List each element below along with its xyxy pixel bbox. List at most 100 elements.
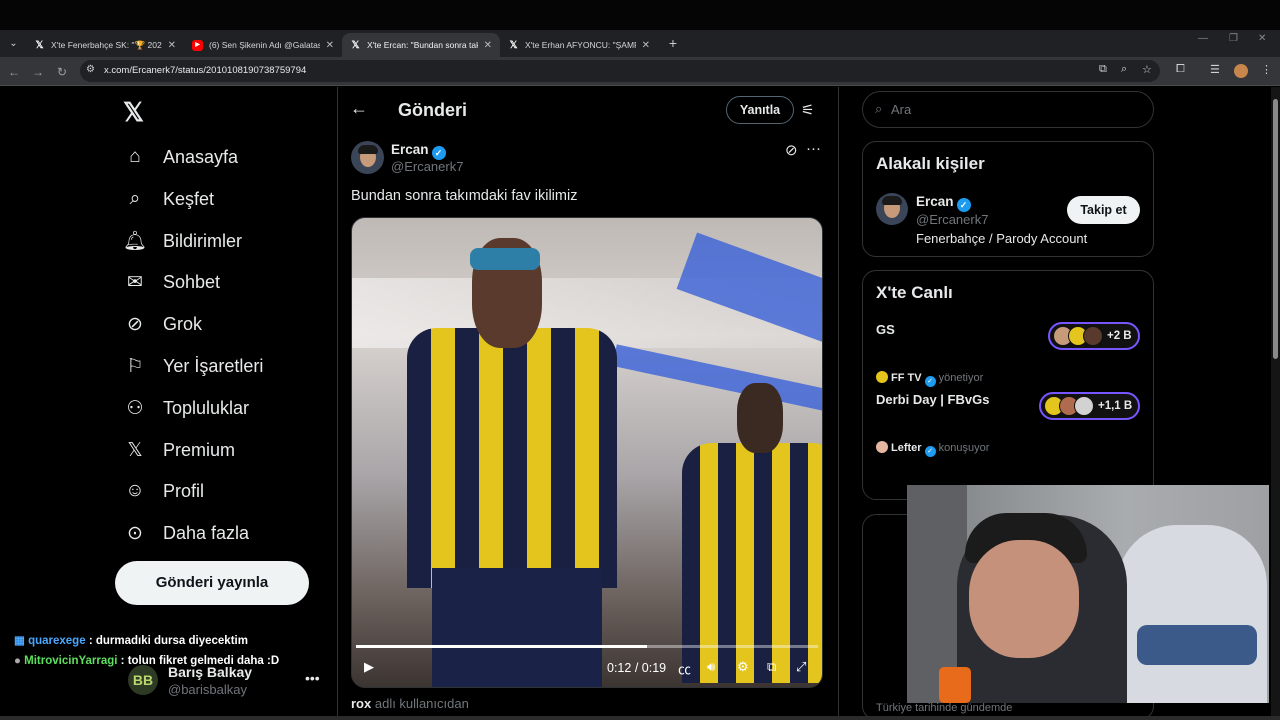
post-text: Bundan sonra takımdaki fav ikilimiz	[351, 188, 578, 204]
reply-button[interactable]: Yanıtla	[726, 96, 794, 124]
zoom-icon[interactable]: ⌕	[1121, 63, 1127, 76]
x-icon: 𝕏	[509, 39, 518, 51]
author-avatar[interactable]	[351, 141, 384, 174]
author-name[interactable]: Ercan ✓	[391, 142, 446, 160]
card-title: Alakalı kişiler	[876, 154, 985, 173]
scrollbar[interactable]	[1271, 87, 1280, 720]
nav-premium[interactable]: 𝕏 Premium	[123, 434, 235, 466]
play-icon[interactable]: ▶	[364, 659, 374, 675]
captions-icon[interactable]: ㏄	[678, 659, 691, 678]
account-handle: @barisbalkay	[168, 682, 247, 697]
tab-title: X'te Erhan AFYONCU: "ŞAMPİYO	[525, 40, 636, 50]
video-credit: rox adlı kullanıcıdan	[351, 696, 469, 711]
nav-more[interactable]: ⊙ Daha fazla	[123, 517, 249, 549]
menu-kebab-icon[interactable]: ⋮	[1261, 63, 1272, 76]
nav-label: Yer İşaretleri	[163, 355, 264, 376]
x-icon: 𝕏	[35, 39, 44, 51]
reading-list-icon[interactable]: ☰	[1210, 63, 1220, 76]
omnibox[interactable]: ⚙ x.com/Ercanerk7/status/201010819073875…	[80, 60, 1160, 82]
minimize-icon[interactable]: —	[1198, 33, 1208, 44]
nav-label: Profil	[163, 480, 205, 501]
live-item-title[interactable]: Derbi Day | FBvGs	[876, 392, 989, 407]
x-logo-icon[interactable]: 𝕏	[123, 97, 144, 128]
pip-icon[interactable]: ⧉	[767, 659, 776, 675]
post-button[interactable]: Gönderi yayınla	[115, 561, 309, 605]
nav-communities[interactable]: ⚇ Topluluklar	[123, 392, 249, 424]
trend-text: Türkiye tarihinde gündemde	[876, 702, 1013, 714]
close-icon[interactable]: ✕	[168, 40, 176, 51]
nav-label: Topluluklar	[163, 397, 250, 418]
restore-icon[interactable]: ❐	[1229, 33, 1238, 44]
grok-icon: ⊘	[127, 313, 143, 335]
browser-tab[interactable]: ▶ (6) Sen Şikenin Adı @Galatasar ✕	[184, 33, 342, 57]
search-input[interactable]: ⌕ Ara	[862, 91, 1154, 128]
live-item-title[interactable]: GS	[876, 322, 895, 337]
more-icon[interactable]: •••	[305, 670, 320, 686]
more-circle-icon: ⊙	[127, 522, 143, 544]
extensions-icon[interactable]: ⧠	[1176, 63, 1185, 76]
close-icon[interactable]: ✕	[484, 40, 492, 51]
filter-icon[interactable]: ⚟	[801, 101, 814, 119]
avatar	[876, 441, 888, 453]
volume-icon[interactable]: 🔊︎	[707, 659, 715, 675]
nav-home[interactable]: ⌂ Anasayfa	[123, 141, 238, 173]
forward-icon[interactable]: →	[29, 63, 47, 81]
back-icon[interactable]: ←	[5, 63, 23, 81]
nav-messages[interactable]: ✉ Sohbet	[123, 266, 220, 298]
new-tab-button[interactable]: +	[663, 33, 683, 53]
nav-label: Sohbet	[163, 271, 221, 292]
follow-button[interactable]: Takip et	[1067, 196, 1140, 224]
listener-count: +2 B	[1107, 330, 1132, 342]
close-icon[interactable]: ✕	[326, 40, 334, 51]
video-player[interactable]: ▶ 0:12 / 0:19 ㏄ 🔊︎ ⚙ ⧉ ⤢	[351, 217, 823, 688]
bookmark-star-icon[interactable]: ☆	[1142, 63, 1152, 76]
reload-icon[interactable]: ↻	[53, 63, 71, 81]
install-app-icon[interactable]: ⧉	[1099, 63, 1107, 76]
chat-user: MitrovicinYarragi	[24, 655, 118, 667]
window-close-icon[interactable]: ✕	[1258, 33, 1266, 44]
taskbar-edge	[0, 716, 1280, 720]
close-icon[interactable]: ✕	[642, 40, 650, 51]
live-host: FF TV ✓ yönetiyor	[876, 371, 983, 387]
avatar[interactable]	[876, 193, 908, 225]
search-placeholder: Ara	[891, 102, 912, 117]
home-icon: ⌂	[129, 146, 141, 167]
browser-tab[interactable]: 𝕏 X'te Erhan AFYONCU: "ŞAMPİYO ✕	[500, 33, 658, 57]
site-info-icon[interactable]: ⚙	[86, 64, 95, 75]
browser-tab-active[interactable]: 𝕏 X'te Ercan: "Bundan sonra takım ✕	[342, 33, 500, 57]
live-card: X'te Canlı GS +2 B FF TV ✓ yönetiyor Derb…	[862, 270, 1154, 500]
author-handle[interactable]: @Ercanerk7	[391, 159, 463, 174]
live-listeners[interactable]: +2 B	[1048, 322, 1140, 350]
tab-title: (6) Sen Şikenin Adı @Galatasar	[209, 40, 320, 50]
nav-notifications[interactable]: 🔔︎ Bildirimler	[123, 225, 242, 257]
live-listeners[interactable]: +1,1 B	[1039, 392, 1141, 420]
profile-avatar-icon[interactable]	[1234, 64, 1248, 78]
avatar[interactable]: BB	[128, 665, 158, 695]
video-time: 0:12 / 0:19	[607, 661, 667, 675]
verified-icon: ✓	[956, 198, 971, 212]
fullscreen-icon[interactable]: ⤢	[796, 659, 806, 675]
nav-profile[interactable]: ☺ Profil	[123, 475, 204, 507]
tab-title: X'te Ercan: "Bundan sonra takım	[367, 40, 478, 50]
chat-text: : durmadıki dursa diyecektim	[88, 635, 248, 647]
nav-grok[interactable]: ⊘ Grok	[123, 308, 202, 340]
relevant-handle: @Ercanerk7	[916, 212, 989, 227]
browser-tab[interactable]: 𝕏 X'te Fenerbahçe SK: "🏆 2025 T ✕	[26, 33, 184, 57]
tab-search-icon[interactable]: ⌄	[4, 34, 23, 53]
os-top-bar	[0, 0, 1280, 30]
nav-label: Anasayfa	[163, 146, 239, 167]
chat-message: ● MitrovicinYarragi : tolun fikret gelme…	[14, 655, 279, 667]
back-arrow-icon[interactable]: ←	[350, 98, 368, 119]
relevant-name[interactable]: Ercan ✓	[916, 194, 971, 212]
avatar	[876, 371, 888, 383]
settings-icon[interactable]: ⚙	[737, 659, 749, 675]
video-progress-fill	[356, 645, 648, 648]
tab-title: X'te Fenerbahçe SK: "🏆 2025 T	[51, 39, 162, 50]
nav-label: Keşfet	[163, 188, 215, 209]
nav-bookmarks[interactable]: ⚐ Yer İşaretleri	[123, 350, 263, 382]
url-text[interactable]: x.com/Ercanerk7/status/20101081907387597…	[104, 65, 306, 76]
more-icon[interactable]: ···	[806, 140, 821, 157]
nav-explore[interactable]: ⌕ Keşfet	[123, 183, 214, 215]
video-progress-bar[interactable]	[356, 645, 818, 648]
grok-icon[interactable]: ⊘	[785, 141, 798, 159]
